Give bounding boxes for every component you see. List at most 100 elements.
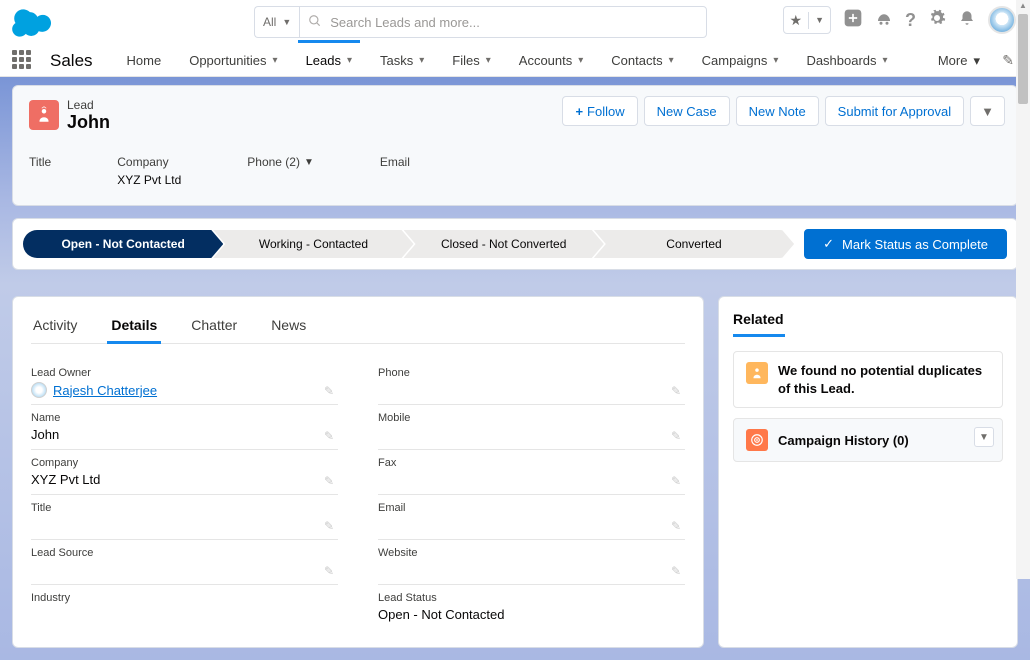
- detail-row: Website ✎: [378, 540, 685, 585]
- global-search-box[interactable]: [299, 6, 707, 38]
- detail-row: Fax ✎: [378, 450, 685, 495]
- detail-row: Industry: [31, 585, 338, 629]
- nav-item-dashboards[interactable]: Dashboards▾: [792, 47, 901, 74]
- sales-path: Open - Not ContactedWorking - ContactedC…: [12, 218, 1018, 270]
- detail-value: [378, 427, 685, 443]
- lead-object-icon: [29, 100, 59, 130]
- salesforce-help-icon[interactable]: [875, 9, 893, 32]
- duplicates-message: We found no potential duplicates of this…: [778, 362, 990, 397]
- main-panel: Activity Details Chatter News Lead Owner Raj…: [12, 296, 704, 648]
- chevron-down-icon: ▾: [486, 55, 491, 66]
- nav-item-opportunities[interactable]: Opportunities▾: [175, 47, 291, 74]
- search-scope-selector[interactable]: All▼: [254, 6, 299, 38]
- edit-pencil-icon[interactable]: ✎: [671, 474, 681, 488]
- nav-more[interactable]: More▾: [938, 53, 980, 69]
- nav-item-campaigns[interactable]: Campaigns▾: [688, 47, 793, 74]
- tab-chatter[interactable]: Chatter: [189, 311, 239, 343]
- summary-email-label: Email: [380, 155, 410, 169]
- edit-pencil-icon[interactable]: ✎: [324, 564, 334, 578]
- detail-value: [378, 382, 685, 398]
- new-case-button[interactable]: New Case: [644, 96, 730, 126]
- detail-row: Mobile✎: [378, 405, 685, 450]
- duplicate-icon: [746, 362, 768, 384]
- detail-value: [31, 562, 338, 578]
- detail-value[interactable]: Rajesh Chatterjee: [31, 382, 338, 398]
- new-note-button[interactable]: New Note: [736, 96, 819, 126]
- submit-approval-button[interactable]: Submit for Approval: [825, 96, 964, 126]
- path-stage[interactable]: Working - Contacted: [213, 230, 413, 258]
- detail-row: Lead Owner Rajesh Chatterjee✎: [31, 360, 338, 405]
- edit-pencil-icon[interactable]: ✎: [671, 519, 681, 533]
- summary-phone-label[interactable]: Phone (2): [247, 155, 300, 169]
- setup-gear-icon[interactable]: [928, 9, 946, 32]
- detail-label: Lead Status: [378, 592, 685, 604]
- object-label: Lead: [67, 98, 110, 112]
- mark-status-complete-button[interactable]: ✓ Mark Status as Complete: [804, 229, 1007, 259]
- detail-label: Title: [31, 502, 338, 514]
- summary-company-label: Company: [117, 155, 181, 169]
- nav-item-home[interactable]: Home: [113, 47, 176, 74]
- edit-pencil-icon[interactable]: ✎: [671, 564, 681, 578]
- app-nav-bar: Sales HomeOpportunities▾Leads▾Tasks▾File…: [0, 45, 1030, 77]
- detail-label: Phone: [378, 367, 685, 379]
- add-icon[interactable]: [843, 8, 863, 33]
- edit-pencil-icon[interactable]: ✎: [324, 474, 334, 488]
- related-title: Related: [733, 311, 784, 335]
- chevron-down-icon: ▾: [883, 55, 888, 66]
- edit-pencil-icon[interactable]: ✎: [671, 384, 681, 398]
- tab-news[interactable]: News: [269, 311, 308, 343]
- edit-pencil-icon[interactable]: ✎: [324, 384, 334, 398]
- browser-scrollbar[interactable]: ▲: [1016, 0, 1030, 579]
- search-input[interactable]: [330, 15, 698, 30]
- duplicates-card[interactable]: We found no potential duplicates of this…: [733, 351, 1003, 408]
- app-launcher-icon[interactable]: [12, 50, 34, 72]
- nav-item-contacts[interactable]: Contacts▾: [597, 47, 687, 74]
- user-avatar[interactable]: [988, 6, 1016, 34]
- summary-title-label: Title: [29, 155, 51, 169]
- nav-item-leads[interactable]: Leads▾: [292, 47, 366, 74]
- edit-pencil-icon[interactable]: ✎: [324, 429, 334, 443]
- tab-details[interactable]: Details: [109, 311, 159, 343]
- detail-label: Website: [378, 547, 685, 559]
- favorites-button[interactable]: ★▼: [783, 6, 831, 34]
- detail-value: [31, 607, 338, 623]
- record-banner: Lead John +Follow New Case New Note Subm…: [0, 77, 1030, 284]
- record-body: Activity Details Chatter News Lead Owner Raj…: [0, 284, 1030, 660]
- campaign-history-card[interactable]: Campaign History (0) ▼: [733, 418, 1003, 462]
- follow-button[interactable]: +Follow: [562, 96, 637, 126]
- nav-item-files[interactable]: Files▾: [438, 47, 504, 74]
- nav-item-accounts[interactable]: Accounts▾: [505, 47, 598, 74]
- detail-label: Email: [378, 502, 685, 514]
- campaign-icon: [746, 429, 768, 451]
- detail-row: NameJohn✎: [31, 405, 338, 450]
- search-icon: [308, 14, 322, 31]
- chevron-down-icon: ▾: [773, 55, 778, 66]
- detail-label: Fax: [378, 457, 685, 469]
- detail-row: Phone ✎: [378, 360, 685, 405]
- record-header: Lead John +Follow New Case New Note Subm…: [12, 85, 1018, 206]
- more-actions-button[interactable]: ▼: [970, 96, 1005, 126]
- chevron-down-icon: ▾: [419, 55, 424, 66]
- chevron-down-icon: ▾: [578, 55, 583, 66]
- detail-value: Open - Not Contacted: [378, 607, 685, 623]
- detail-label: Company: [31, 457, 338, 469]
- question-icon[interactable]: ?: [905, 10, 916, 31]
- notifications-bell-icon[interactable]: [958, 9, 976, 32]
- campaign-menu-button[interactable]: ▼: [974, 427, 994, 447]
- chevron-down-icon: ▾: [273, 55, 278, 66]
- path-stage[interactable]: Closed - Not Converted: [404, 230, 604, 258]
- detail-label: Lead Owner: [31, 367, 338, 379]
- edit-nav-pencil-icon[interactable]: ✎: [1002, 52, 1014, 69]
- path-stage[interactable]: Open - Not Contacted: [23, 230, 223, 258]
- nav-item-tasks[interactable]: Tasks▾: [366, 47, 438, 74]
- path-stage[interactable]: Converted: [594, 230, 794, 258]
- chevron-down-icon: ▾: [347, 55, 352, 66]
- tab-activity[interactable]: Activity: [31, 311, 79, 343]
- chevron-down-icon[interactable]: ▼: [304, 157, 314, 168]
- related-panel: Related We found no potential duplicates…: [718, 296, 1018, 648]
- detail-label: Name: [31, 412, 338, 424]
- detail-value: [31, 517, 338, 533]
- edit-pencil-icon[interactable]: ✎: [324, 519, 334, 533]
- detail-value: [378, 562, 685, 578]
- edit-pencil-icon[interactable]: ✎: [671, 429, 681, 443]
